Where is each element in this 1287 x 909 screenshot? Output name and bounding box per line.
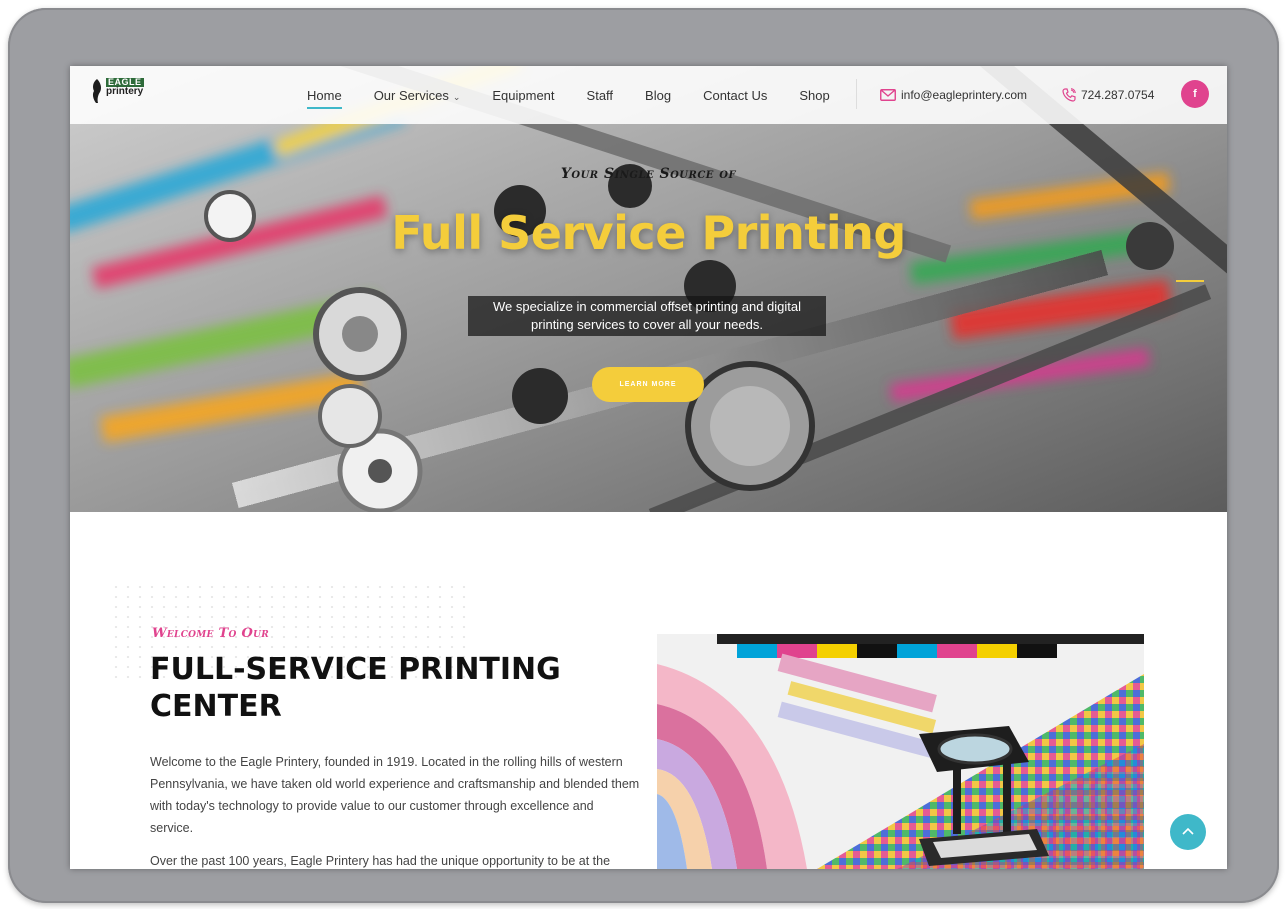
hero-section: Your Single Source of Full Service Print… [70, 66, 1227, 512]
learn-more-button[interactable]: LEARN MORE [592, 367, 704, 402]
nav-contact-us[interactable]: Contact Us [703, 88, 767, 103]
nav-blog[interactable]: Blog [645, 88, 671, 103]
nav-shop[interactable]: Shop [799, 88, 829, 103]
hero-title: Full Service Printing [391, 206, 906, 260]
contact-phone-text: 724.287.0754 [1081, 88, 1155, 102]
contact-phone-link[interactable]: 724.287.0754 [1062, 66, 1154, 124]
device-frame: Your Single Source of Full Service Print… [8, 8, 1279, 903]
nav-our-services-label: Our Services [373, 87, 449, 103]
browser-viewport: Your Single Source of Full Service Print… [70, 66, 1227, 869]
hero-pretitle: Your Single Source of [560, 166, 737, 182]
slider-indicator[interactable] [1176, 280, 1204, 282]
scroll-to-top-button[interactable] [1170, 814, 1206, 850]
nav-our-services[interactable]: Our Services ⌄ [374, 88, 461, 103]
main-nav: Home Our Services ⌄ Equipment Staff Blog … [307, 66, 862, 124]
site-header: EAGLE printery Home Our Services ⌄ Equipm… [70, 66, 1227, 124]
logo-line-2: printery [106, 86, 144, 97]
hero-subtitle-line-2: printing services to cover all your need… [531, 317, 763, 332]
section-kicker: Welcome To Our [152, 626, 270, 641]
phone-icon [1062, 88, 1076, 102]
section-title: FULL-SERVICE PRINTING CENTER [150, 651, 570, 725]
nav-home[interactable]: Home [307, 88, 342, 109]
color-chart-photo [657, 634, 1144, 869]
facebook-icon[interactable]: f [1181, 80, 1209, 108]
eagle-logo-icon [92, 79, 101, 103]
arrow-up-icon [1182, 827, 1194, 835]
chevron-down-icon: ⌄ [452, 91, 461, 102]
about-paragraph-2: Over the past 100 years, Eagle Printery … [150, 854, 611, 868]
header-divider [856, 79, 857, 109]
section-title-line-2: CENTER [150, 689, 282, 724]
about-paragraph-1: Welcome to the Eagle Printery, founded i… [150, 755, 640, 835]
section-title-line-1: FULL-SERVICE PRINTING [150, 652, 561, 687]
nav-staff[interactable]: Staff [587, 88, 614, 103]
site-logo[interactable]: EAGLE printery [90, 78, 154, 108]
contact-email-link[interactable]: info@eagleprintery.com [880, 66, 1027, 124]
hero-background-image [70, 66, 1227, 512]
nav-equipment[interactable]: Equipment [492, 88, 554, 103]
mail-icon [880, 89, 896, 101]
contact-email-text: info@eagleprintery.com [901, 88, 1028, 102]
hero-subtitle: We specialize in commercial offset print… [468, 296, 826, 336]
hero-subtitle-line-1: We specialize in commercial offset print… [492, 299, 802, 314]
